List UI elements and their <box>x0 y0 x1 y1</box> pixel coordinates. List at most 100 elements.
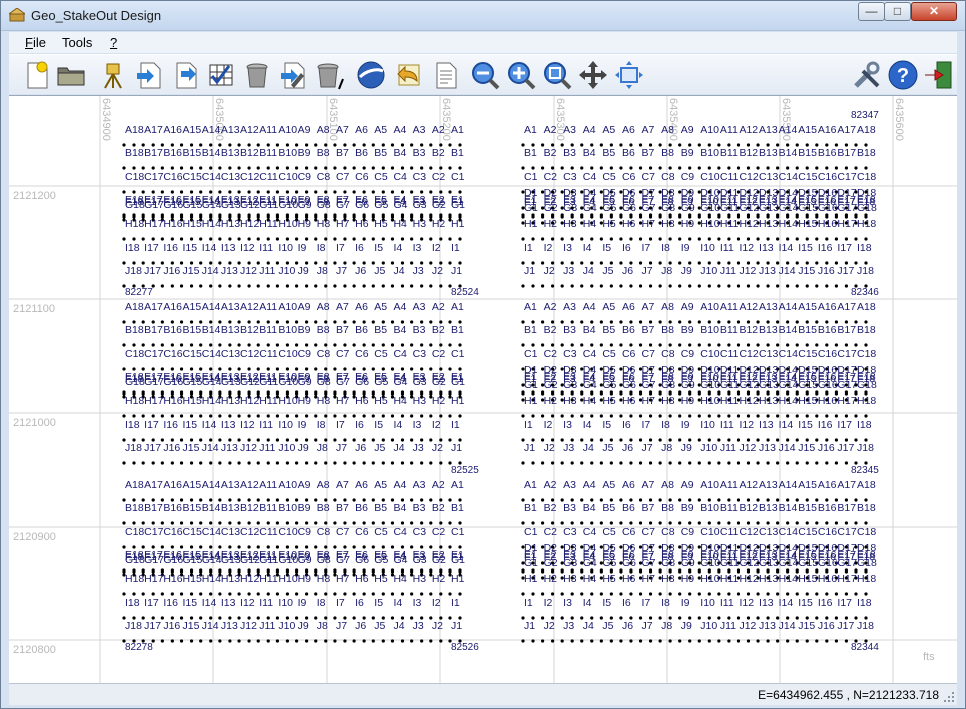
new-project-button[interactable] <box>21 59 53 91</box>
zoom-in-button[interactable] <box>505 59 537 91</box>
stakeout-plot[interactable]: 6434900 6435000 6435100 6435200 6435300 64354… <box>9 96 957 683</box>
stake-point <box>864 414 868 418</box>
point-label: C2 <box>432 526 446 538</box>
point-label: H6 <box>622 573 636 585</box>
trash-bin-slash-button[interactable] <box>313 59 345 91</box>
checklist-grid-button[interactable] <box>205 59 237 91</box>
point-label: J7 <box>336 442 347 454</box>
stake-point <box>776 166 780 170</box>
point-label: I17 <box>837 597 852 609</box>
stake-point <box>371 237 375 241</box>
point-label: C5 <box>602 526 616 538</box>
stake-point <box>170 461 174 465</box>
resize-grip-icon[interactable] <box>943 691 955 703</box>
stake-point <box>697 237 701 241</box>
stake-point <box>678 343 682 347</box>
close-button[interactable]: ✕ <box>911 2 957 21</box>
point-label: B10 <box>278 502 297 514</box>
point-label: B12 <box>739 147 758 159</box>
stake-point <box>717 592 721 596</box>
point-label: I4 <box>583 597 592 609</box>
point-label: I16 <box>818 242 833 254</box>
stake-point <box>371 592 375 596</box>
help-button[interactable]: ? <box>887 59 919 91</box>
point-label: H1 <box>451 573 465 585</box>
title-bar[interactable]: Geo_StakeOut Design — □ ✕ <box>1 1 965 31</box>
point-label: G16 <box>163 554 183 566</box>
point-label: I18 <box>857 419 872 431</box>
google-earth-button[interactable] <box>355 59 387 91</box>
stake-point <box>333 414 337 418</box>
stake-point <box>381 639 385 643</box>
maximize-button[interactable]: □ <box>884 2 911 21</box>
zoom-window-button[interactable] <box>613 59 645 91</box>
menu-file[interactable]: File <box>25 35 46 50</box>
stake-point <box>805 166 809 170</box>
point-label: G18 <box>857 202 877 214</box>
point-label: B13 <box>759 324 778 336</box>
stake-point <box>629 461 633 465</box>
stake-point <box>179 284 184 288</box>
menu-help[interactable]: ? <box>110 35 117 50</box>
stake-point <box>609 343 613 347</box>
point-label: H6 <box>622 218 636 230</box>
stake-point <box>678 284 682 288</box>
stake-point <box>815 414 819 418</box>
zoom-extents-button[interactable] <box>541 59 573 91</box>
stake-point <box>237 166 241 170</box>
import-document-button[interactable] <box>133 59 165 91</box>
point-label: J16 <box>163 620 180 632</box>
stake-point <box>294 639 299 643</box>
cursor-coordinates: E=6434962.455 , N=2121233.718 <box>758 688 939 702</box>
undo-document-button[interactable] <box>393 59 425 91</box>
point-label: G2 <box>544 202 558 214</box>
point-label: H11 <box>720 218 739 230</box>
stake-point <box>343 237 347 241</box>
point-label: G10 <box>278 376 298 388</box>
edit-document-button[interactable] <box>277 59 309 91</box>
design-canvas[interactable]: 6434900 6435000 6435100 6435200 6435300 64354… <box>9 95 957 683</box>
survey-instrument-button[interactable] <box>97 59 129 91</box>
menu-tools[interactable]: Tools <box>62 35 92 50</box>
stake-point <box>844 343 849 347</box>
point-label: C17 <box>144 171 163 183</box>
stake-point <box>247 343 251 347</box>
point-label: I7 <box>642 419 651 431</box>
point-label: A8 <box>317 301 330 313</box>
point-label: H8 <box>317 395 331 407</box>
point-label: A3 <box>563 124 576 136</box>
stake-point <box>275 414 280 418</box>
point-label: B12 <box>739 324 758 336</box>
stake-point <box>825 284 829 288</box>
zoom-out-button[interactable] <box>469 59 501 91</box>
stake-point <box>521 284 525 288</box>
open-folder-button[interactable] <box>55 59 87 91</box>
point-label: A15 <box>183 479 202 491</box>
easting-label: 6435600 <box>893 98 905 141</box>
stake-point <box>132 166 136 170</box>
point-label: J10 <box>278 620 295 632</box>
report-document-button[interactable] <box>429 59 461 91</box>
point-label: H7 <box>336 573 350 585</box>
point-label: H4 <box>583 218 597 230</box>
exit-button[interactable] <box>923 59 955 91</box>
point-label: G10 <box>278 554 298 566</box>
point-label: H3 <box>413 573 427 585</box>
settings-tools-button[interactable] <box>851 59 883 91</box>
stake-point <box>218 284 222 288</box>
point-label: G16 <box>163 199 183 211</box>
point-label: H3 <box>563 218 577 230</box>
stake-point <box>285 414 290 418</box>
point-label: B10 <box>700 147 719 159</box>
pan-move-button[interactable] <box>577 59 609 91</box>
point-label: C5 <box>602 348 616 360</box>
minimize-button[interactable]: — <box>858 2 885 21</box>
point-label: G12 <box>240 199 260 211</box>
export-document-button[interactable] <box>169 59 201 91</box>
point-label: B13 <box>221 147 240 159</box>
stake-point <box>560 166 564 170</box>
point-label: G1 <box>524 202 538 214</box>
trash-bin-button[interactable] <box>241 59 273 91</box>
stake-point <box>599 284 603 288</box>
point-label: A4 <box>393 479 406 491</box>
